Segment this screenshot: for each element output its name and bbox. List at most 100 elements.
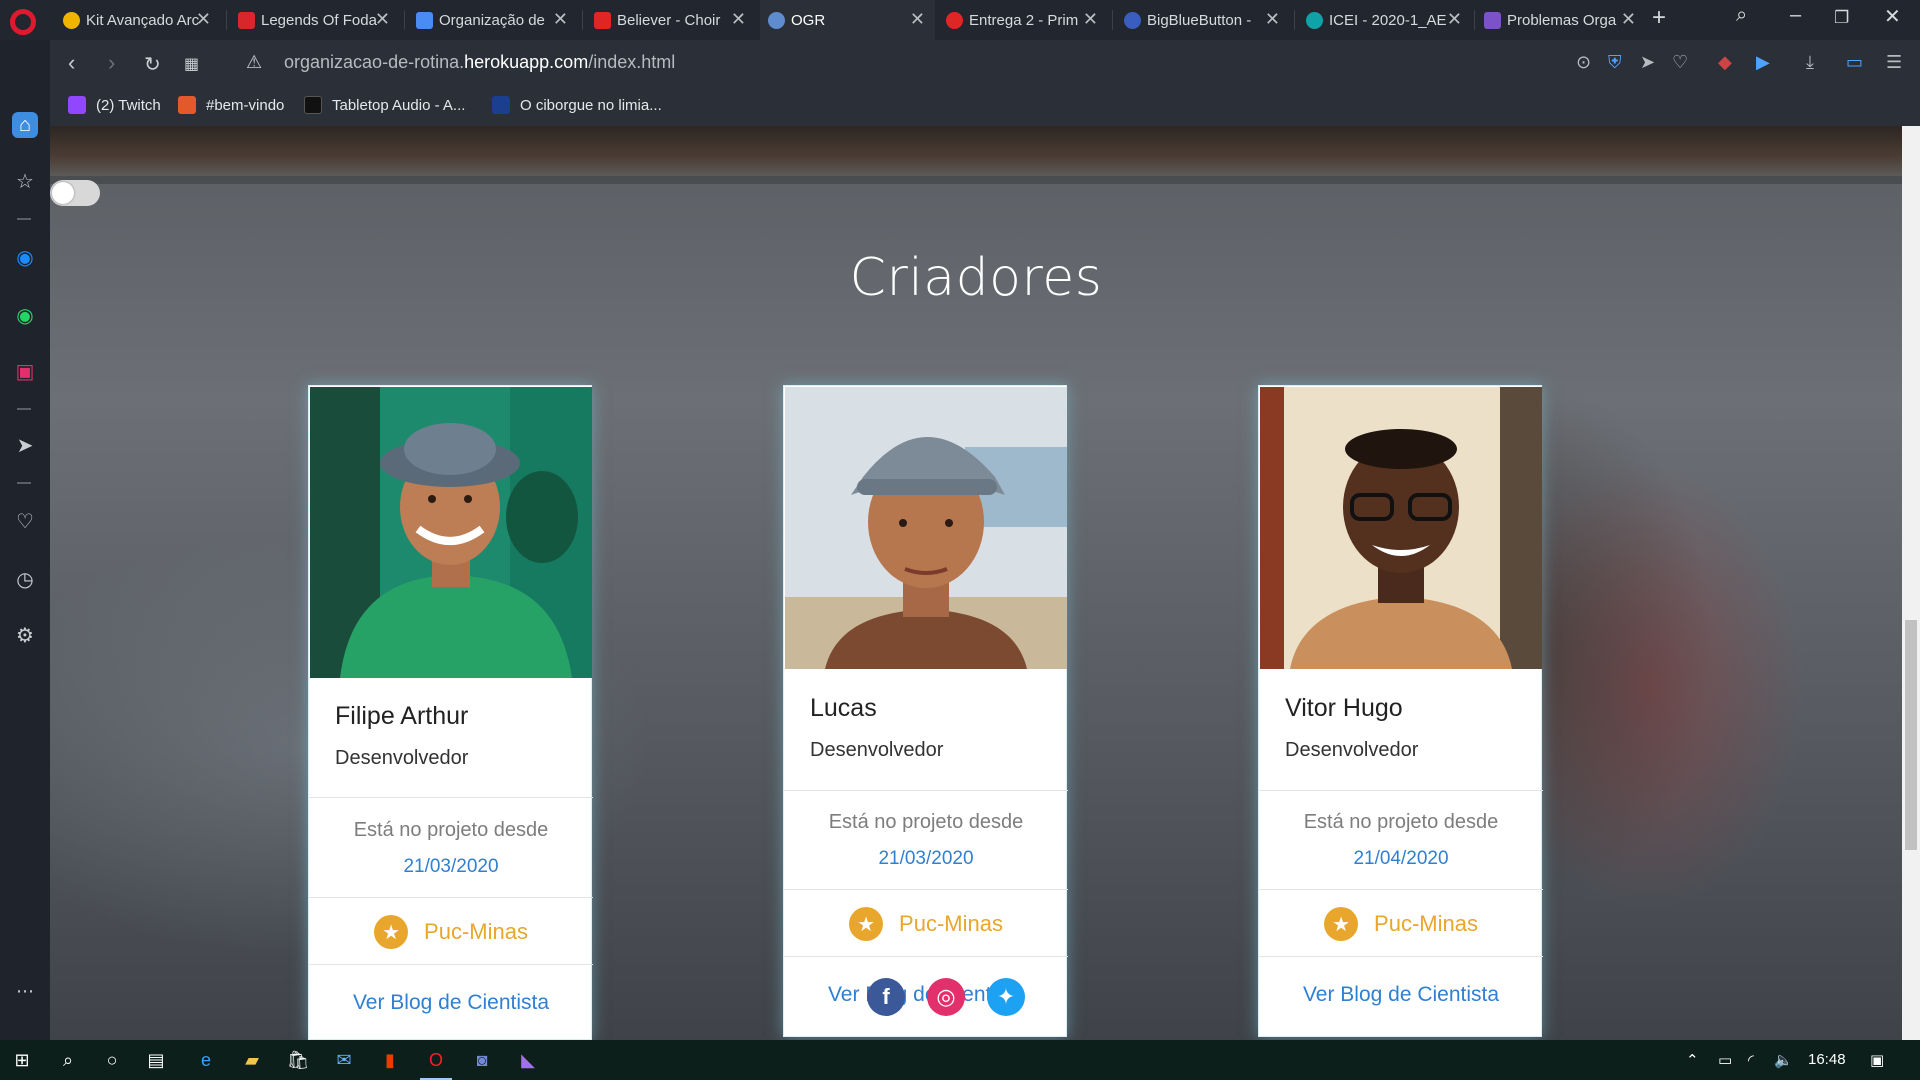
institution-row: ★ Puc-Minas <box>784 904 1068 944</box>
bookmark-bem-vindo[interactable]: #bem-vindo <box>178 96 284 114</box>
page-viewport: Criadores Filipe Arthur Desenvolvedor Es… <box>50 126 1902 1040</box>
volume-icon[interactable]: 🔈 <box>1774 1051 1793 1069</box>
send-icon[interactable]: ➤ <box>1640 52 1655 73</box>
divider <box>784 956 1068 957</box>
vpn-shield-icon[interactable]: ⛨ <box>1608 52 1622 73</box>
divider <box>1259 956 1543 957</box>
tab-problemas[interactable]: Problemas Orga ✕ <box>1476 0 1646 40</box>
heart-icon[interactable]: ♡ <box>12 508 38 534</box>
bookmark-twitch[interactable]: (2) Twitch <box>68 96 161 114</box>
messenger-icon[interactable]: ◉ <box>12 244 38 270</box>
address-bar: ‹ › ↻ ▦ ⚠ organizacao-de-rotina.herokuap… <box>50 40 1920 86</box>
institution-name: Puc-Minas <box>424 919 528 944</box>
search-tabs-icon[interactable]: ⌕ <box>1736 4 1747 27</box>
whatsapp-icon[interactable]: ◉ <box>12 302 38 328</box>
minimize-icon[interactable]: – <box>1790 4 1801 27</box>
bookmark-ciborgue[interactable]: O ciborgue no limia... <box>492 96 662 114</box>
close-icon[interactable]: ✕ <box>375 9 390 30</box>
since-date: 21/03/2020 <box>403 856 499 877</box>
tab-kit-avancado[interactable]: Kit Avançado Arc ✕ <box>55 0 221 40</box>
download-icon[interactable]: ⤓ <box>1806 52 1814 73</box>
tray-chevron-icon[interactable]: ⌃ <box>1686 1051 1699 1069</box>
windows-start-icon[interactable]: ⊞ <box>10 1048 34 1072</box>
divider <box>309 897 593 898</box>
close-icon[interactable]: ✕ <box>1083 9 1098 30</box>
divider <box>309 964 593 965</box>
facebook-icon[interactable]: f <box>867 978 905 1016</box>
warning-icon[interactable]: ⚠ <box>246 52 262 73</box>
star-icon[interactable]: ☆ <box>12 168 38 194</box>
tab-title: Problemas Orga <box>1507 11 1617 29</box>
file-explorer-icon[interactable]: ▰ <box>240 1048 264 1072</box>
forward-icon[interactable]: › <box>108 50 115 76</box>
battery-saver-icon[interactable]: ▭ <box>1846 52 1863 73</box>
camera-icon[interactable]: ⊙ <box>1576 52 1591 73</box>
close-icon[interactable]: ✕ <box>1447 9 1462 30</box>
scrollbar-thumb[interactable] <box>1905 620 1917 850</box>
office-icon[interactable]: ▮ <box>378 1048 402 1072</box>
battery-icon[interactable]: ▭ <box>1718 1051 1732 1069</box>
reload-icon[interactable]: ↻ <box>144 52 161 77</box>
tab-ogr[interactable]: OGR ✕ <box>760 0 935 40</box>
mail-icon[interactable]: ✉ <box>332 1048 356 1072</box>
twitter-icon[interactable]: ✦ <box>987 978 1025 1016</box>
close-icon[interactable]: ✕ <box>910 9 925 30</box>
page-scrollbar[interactable] <box>1902 126 1920 1040</box>
restore-icon[interactable]: ❐ <box>1834 8 1849 28</box>
blog-link[interactable]: Ver Blog de Cientista <box>784 983 1068 1007</box>
tab-organizacao[interactable]: Organização de ✕ <box>408 0 578 40</box>
heart-icon[interactable]: ♡ <box>1672 52 1688 73</box>
tab-favicon-icon <box>594 11 611 29</box>
tab-bigbluebutton[interactable]: BigBlueButton - ✕ <box>1116 0 1290 40</box>
close-icon[interactable]: ✕ <box>1621 9 1636 30</box>
cortana-icon[interactable]: ○ <box>100 1048 124 1072</box>
opera-icon[interactable]: O <box>424 1048 448 1072</box>
url-field[interactable]: organizacao-de-rotina.herokuapp.com/inde… <box>284 52 675 73</box>
tab-title: Entrega 2 - Prim <box>969 11 1079 29</box>
speed-dial-icon[interactable]: ▦ <box>184 54 199 74</box>
clock[interactable]: 16:48 <box>1808 1051 1846 1068</box>
close-icon[interactable]: ✕ <box>1265 9 1280 30</box>
creator-card-filipe: Filipe Arthur Desenvolvedor Está no proj… <box>308 385 593 1040</box>
extension-arrow-icon[interactable]: ▶ <box>1756 52 1770 73</box>
task-view-icon[interactable]: ▤ <box>144 1048 168 1072</box>
flow-send-icon[interactable]: ➤ <box>12 432 38 458</box>
tab-title: Legends Of Foda <box>261 11 377 29</box>
toggle-knob[interactable] <box>52 182 74 204</box>
opera-logo-icon[interactable] <box>10 9 36 35</box>
bookmark-tabletop-audio[interactable]: Tabletop Audio - A... <box>304 96 465 114</box>
theme-toggle-switch[interactable] <box>50 180 100 206</box>
tab-entrega[interactable]: Entrega 2 - Prim ✕ <box>938 0 1108 40</box>
new-tab-plus-icon[interactable]: + <box>1652 4 1666 32</box>
close-icon[interactable]: ✕ <box>731 9 746 30</box>
edge-icon[interactable]: e <box>194 1048 218 1072</box>
discord-icon[interactable]: ◙ <box>470 1048 494 1072</box>
back-icon[interactable]: ‹ <box>68 50 75 76</box>
search-icon[interactable]: ⌕ <box>56 1048 80 1072</box>
window-close-icon[interactable]: ✕ <box>1884 4 1901 29</box>
store-icon[interactable]: 🛍 <box>286 1048 310 1072</box>
history-clock-icon[interactable]: ◷ <box>12 566 38 592</box>
visual-studio-icon[interactable]: ◣ <box>516 1048 540 1072</box>
more-icon[interactable]: ⋯ <box>12 978 38 1004</box>
home-icon[interactable]: ⌂ <box>12 112 38 138</box>
wifi-icon[interactable]: ◜ <box>1748 1051 1754 1069</box>
close-icon[interactable]: ✕ <box>196 9 211 30</box>
creator-role: Desenvolvedor <box>1285 739 1419 761</box>
close-icon[interactable]: ✕ <box>553 9 568 30</box>
easy-setup-icon[interactable]: ☰ <box>1886 52 1902 73</box>
tab-icei[interactable]: ICEI - 2020-1_AE ✕ <box>1298 0 1472 40</box>
divider <box>309 797 593 798</box>
notifications-icon[interactable]: ▣ <box>1870 1051 1884 1069</box>
institution-name: Puc-Minas <box>1374 911 1478 936</box>
blog-link[interactable]: Ver Blog de Cientista <box>1259 983 1543 1007</box>
extension-cube-icon[interactable]: ◆ <box>1718 52 1732 73</box>
tab-believer[interactable]: Believer - Choir ✕ <box>586 0 756 40</box>
tab-legends[interactable]: Legends Of Foda ✕ <box>230 0 400 40</box>
divider <box>784 889 1068 890</box>
instagram-icon[interactable]: ◎ <box>927 978 965 1016</box>
settings-gear-icon[interactable]: ⚙ <box>12 622 38 648</box>
creator-photo <box>785 387 1067 669</box>
blog-link[interactable]: Ver Blog de Cientista <box>309 991 593 1015</box>
instagram-icon[interactable]: ▣ <box>12 358 38 384</box>
